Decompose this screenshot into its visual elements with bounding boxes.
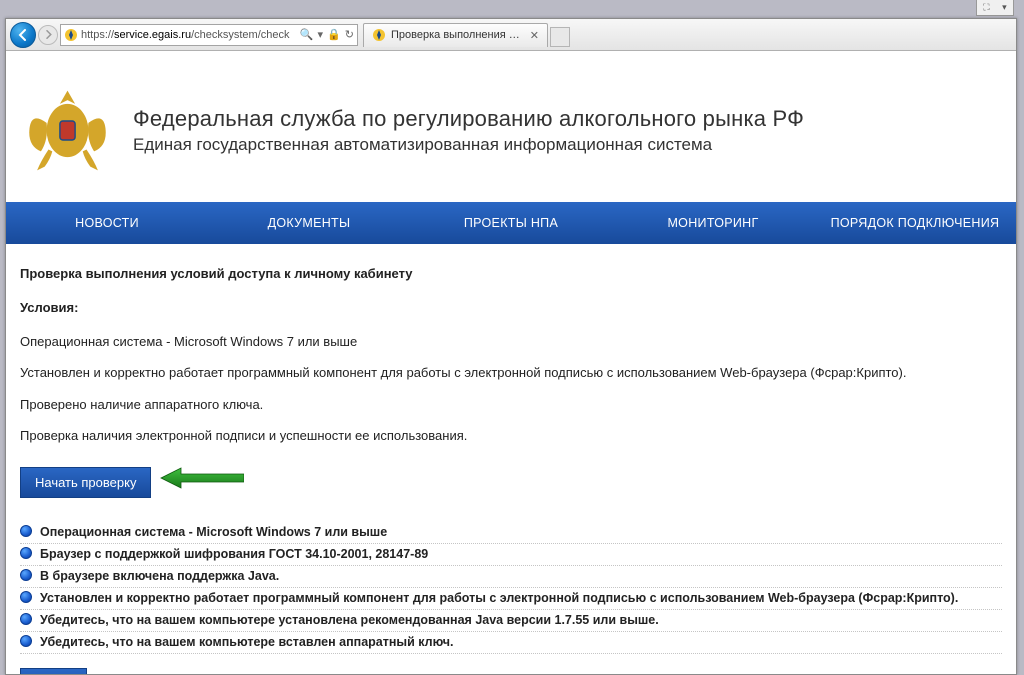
browser-window: https://service.egais.ru/checksystem/che… [5,18,1017,675]
tab-strip: Проверка выполнения ус... ✕ [363,23,570,47]
check-text: В браузере включена поддержка Java. [40,565,1002,587]
nav-news[interactable]: НОВОСТИ [6,202,208,244]
address-bar[interactable]: https://service.egais.ru/checksystem/che… [60,24,358,46]
page-heading: Проверка выполнения условий доступа к ли… [20,266,1002,281]
check-text: Убедитесь, что на вашем компьютере встав… [40,631,1002,653]
main-content: Проверка выполнения условий доступа к ли… [14,244,1008,674]
check-row: Операционная система - Microsoft Windows… [20,522,1002,544]
nav-documents[interactable]: ДОКУМЕНТЫ [208,202,410,244]
emblem-icon [20,83,115,178]
search-icon[interactable]: 🔍 [300,28,314,42]
tab-close-icon[interactable]: ✕ [530,29,539,42]
site-subtitle: Единая государственная автоматизированна… [133,135,804,155]
back-button[interactable] [10,22,36,48]
url-text: https://service.egais.ru/checksystem/che… [81,29,297,41]
check-row: Убедитесь, что на вашем компьютере устан… [20,609,1002,631]
check-row: Установлен и корректно работает программ… [20,587,1002,609]
status-bullet-icon [20,613,32,625]
browser-tab[interactable]: Проверка выполнения ус... ✕ [363,23,548,47]
check-text: Операционная система - Microsoft Windows… [40,522,1002,544]
tab-favicon-icon [372,28,386,42]
site-favicon-icon [64,28,78,42]
check-results-table: Операционная система - Microsoft Windows… [20,522,1002,654]
chevron-down-icon[interactable]: ▾ [1002,2,1007,13]
status-bullet-icon [20,525,32,537]
condition-text: Проверено наличие аппаратного ключа. [20,396,1002,414]
check-text: Браузер с поддержкой шифрования ГОСТ 34.… [40,543,1002,565]
site-title-block: Федеральная служба по регулированию алко… [133,106,804,155]
status-bullet-icon [20,591,32,603]
browser-toolbar: https://service.egais.ru/checksystem/che… [6,19,1016,51]
condition-text: Операционная система - Microsoft Windows… [20,333,1002,351]
status-bullet-icon [20,569,32,581]
main-nav: НОВОСТИ ДОКУМЕНТЫ ПРОЕКТЫ НПА МОНИТОРИНГ… [6,202,1016,244]
back-page-button[interactable]: Назад [20,668,87,674]
condition-text: Проверка наличия электронной подписи и у… [20,427,1002,445]
check-row: В браузере включена поддержка Java. [20,565,1002,587]
tab-title: Проверка выполнения ус... [391,29,525,41]
check-row: Убедитесь, что на вашем компьютере встав… [20,631,1002,653]
site-header: Федеральная служба по регулированию алко… [14,83,1008,202]
window-host-controls: ⛶ ▾ [976,0,1014,16]
annotation-arrow-icon [159,466,244,490]
nav-projects[interactable]: ПРОЕКТЫ НПА [410,202,612,244]
refresh-icon[interactable]: ↻ [345,28,354,42]
site-title: Федеральная служба по регулированию алко… [133,106,804,132]
dropdown-icon[interactable]: ▾ [318,28,324,42]
condition-text: Установлен и корректно работает программ… [20,364,1002,382]
address-controls: 🔍 ▾ 🔒 ↻ [300,28,354,42]
nav-connection[interactable]: ПОРЯДОК ПОДКЛЮЧЕНИЯ [814,202,1016,244]
check-text: Убедитесь, что на вашем компьютере устан… [40,609,1002,631]
status-bullet-icon [20,635,32,647]
lock-icon: 🔒 [327,28,341,42]
new-tab-button[interactable] [550,27,570,47]
conditions-label: Условия: [20,299,1002,317]
forward-button[interactable] [38,25,58,45]
page-content: Федеральная служба по регулированию алко… [6,51,1016,674]
check-row: Браузер с поддержкой шифрования ГОСТ 34.… [20,543,1002,565]
check-text: Установлен и корректно работает программ… [40,587,1002,609]
start-check-button[interactable]: Начать проверку [20,467,151,498]
status-bullet-icon [20,547,32,559]
nav-monitoring[interactable]: МОНИТОРИНГ [612,202,814,244]
expand-icon[interactable]: ⛶ [983,2,989,13]
